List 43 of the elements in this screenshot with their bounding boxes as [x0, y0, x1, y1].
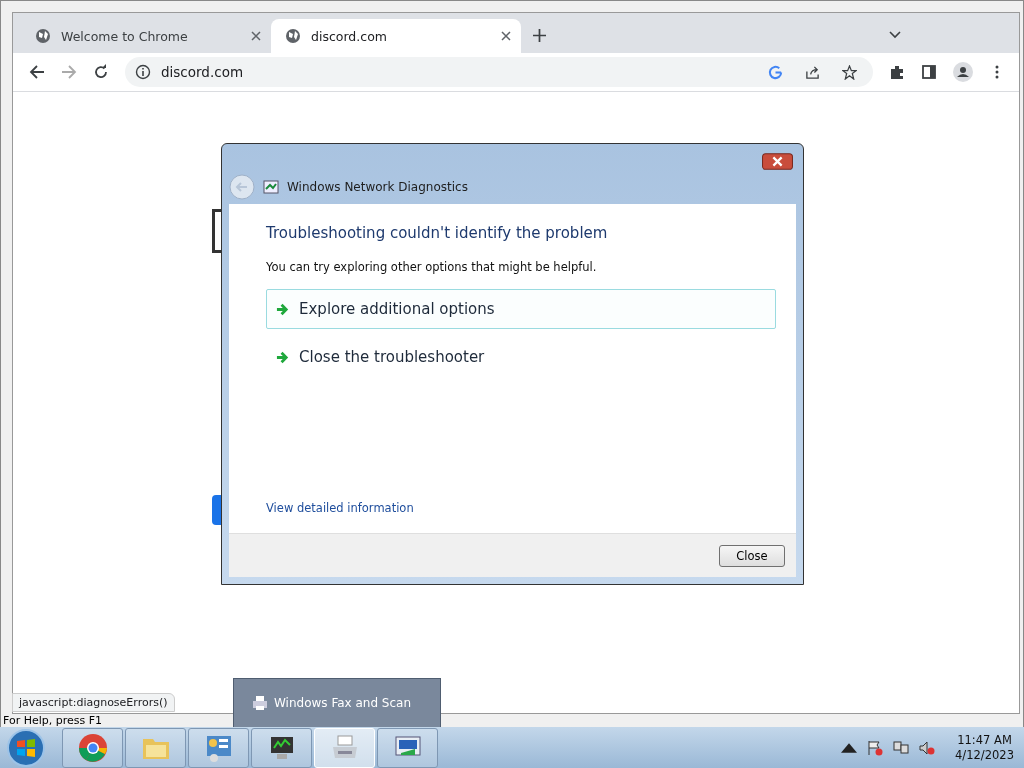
close-icon[interactable]: [251, 31, 261, 41]
reload-icon[interactable]: [93, 64, 109, 80]
network-icon: [263, 180, 279, 194]
taskbar-preview[interactable]: Windows Fax and Scan: [233, 678, 441, 728]
taskbar-button[interactable]: [377, 727, 438, 768]
share-icon[interactable]: [805, 64, 820, 80]
new-tab-icon[interactable]: [533, 29, 546, 42]
dialog-title: Windows Network Diagnostics: [287, 180, 468, 194]
network-icon[interactable]: [893, 739, 910, 756]
info-icon: [135, 64, 151, 80]
browser-tab[interactable]: discord.com: [271, 19, 521, 53]
flag-icon[interactable]: [867, 739, 884, 756]
globe-icon: [285, 28, 301, 44]
chrome-icon: [77, 732, 108, 763]
google-icon[interactable]: [768, 64, 783, 80]
start-button[interactable]: [6, 727, 46, 768]
chevron-down-icon[interactable]: [889, 31, 901, 39]
browser-tab[interactable]: Welcome to Chrome: [21, 19, 271, 53]
command-link[interactable]: Close the troubleshooter: [266, 337, 776, 377]
star-icon[interactable]: [842, 64, 857, 80]
close-button[interactable]: Close: [719, 544, 785, 567]
status-text: For Help, press F1: [3, 714, 103, 727]
taskbar-button[interactable]: [251, 727, 312, 768]
close-icon[interactable]: [501, 31, 511, 41]
dialog-message: You can try exploring other options that might be helpful.: [266, 260, 598, 274]
close-icon[interactable]: [762, 153, 793, 170]
time-text: 11:47 AM: [957, 733, 1012, 747]
profile-icon[interactable]: [953, 62, 973, 82]
date-text: 4/12/2023: [955, 748, 1014, 762]
link-status-text: javascript:diagnoseErrors(): [12, 693, 175, 712]
command-link[interactable]: Explore additional options: [266, 289, 776, 329]
details-link[interactable]: View detailed information: [266, 501, 776, 515]
globe-icon: [35, 28, 51, 44]
dialog-heading: Troubleshooting couldn't identify the problem: [266, 224, 609, 242]
arrow-icon: [276, 350, 289, 364]
side-panel-icon[interactable]: [921, 64, 937, 80]
printer-icon: [252, 695, 268, 711]
speaker-muted-icon[interactable]: [919, 739, 936, 756]
puzzle-icon[interactable]: [889, 64, 905, 80]
clock[interactable]: 11:47 AM 4/12/2023: [955, 733, 1014, 762]
arrow-icon: [276, 302, 289, 316]
address-bar[interactable]: discord.com: [125, 57, 873, 87]
back-icon[interactable]: [29, 64, 45, 80]
